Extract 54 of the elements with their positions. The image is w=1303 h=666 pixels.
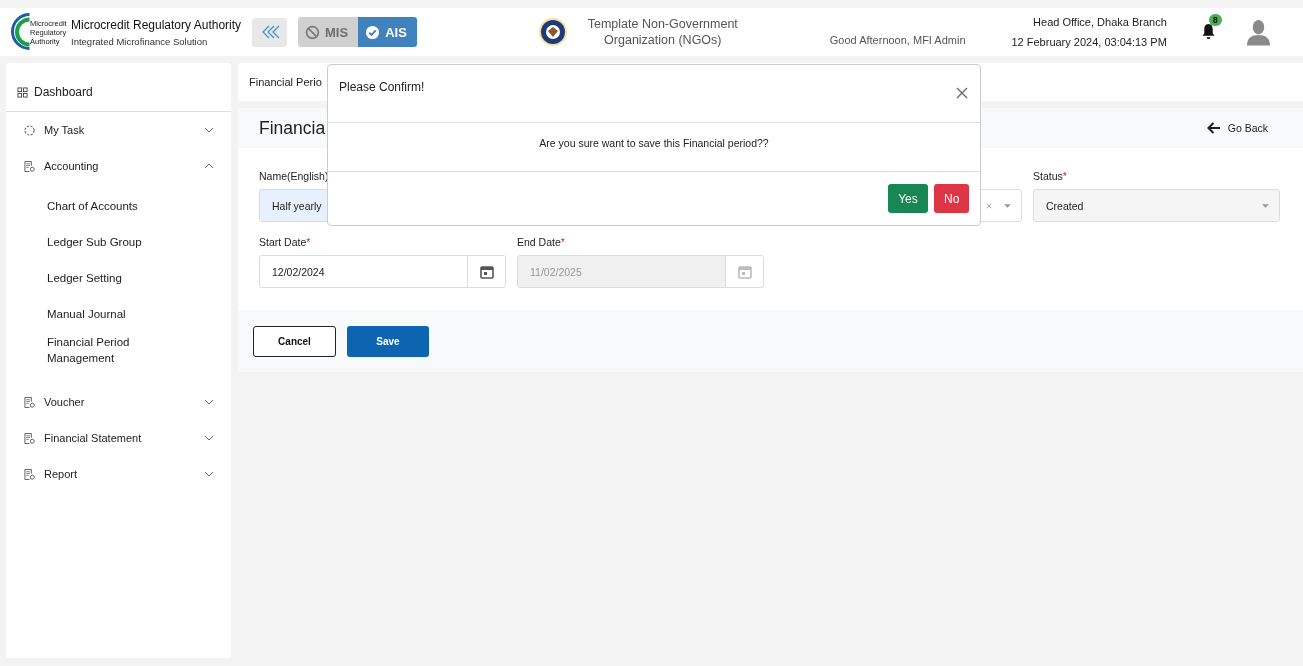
clear-icon[interactable] [986, 202, 992, 209]
logo-arcs-icon [11, 13, 30, 50]
arrow-left-icon [1206, 122, 1221, 134]
collapse-button[interactable] [252, 17, 287, 47]
app-subtitle: Integrated Microfinance Solution [71, 35, 209, 47]
submenu-item[interactable]: Ledger Sub Group [47, 224, 157, 260]
caret-down-icon [1262, 203, 1269, 208]
submenu-item[interactable]: Chart of Accounts [47, 188, 157, 224]
branch-name: Head Office, Dhaka Branch [1033, 16, 1167, 28]
submenu-item[interactable]: Manual Journal [47, 296, 157, 332]
field-label: Name(English) [259, 170, 330, 184]
document-icon [24, 396, 35, 408]
submenu-item[interactable]: Ledger Setting [47, 260, 157, 296]
sidebar-item[interactable]: Financial Statement [6, 420, 231, 456]
dashboard-item[interactable]: Dashboard [6, 63, 231, 112]
notification-badge: 8 [1208, 14, 1222, 26]
module-tab[interactable]: AIS [358, 17, 417, 47]
document-icon [24, 468, 35, 480]
close-icon[interactable] [956, 87, 968, 99]
document-icon [24, 160, 35, 172]
document-icon [24, 432, 35, 444]
dialog-message: Are you sure want to save this Financial period?? [539, 137, 769, 149]
caret-down-icon [1004, 203, 1011, 208]
no-button[interactable]: No [934, 184, 969, 213]
submenu-item[interactable]: Financial Period Management [47, 332, 157, 368]
dialog-title: Please Confirm! [339, 80, 425, 94]
dashed-circle-icon [24, 124, 35, 136]
organization-name: Template Non-Government Organization (NGOs) [586, 16, 739, 48]
field-label: Status* [1033, 170, 1068, 184]
date-field[interactable]: 12/02/2024 [259, 255, 506, 288]
ban-icon [305, 24, 320, 40]
sidebar-item[interactable]: Accounting [6, 148, 231, 184]
avatar-icon[interactable] [1245, 18, 1271, 46]
app-title: Microcredit Regulatory Authority [71, 17, 242, 32]
check-circle-icon [365, 24, 381, 40]
calendar-icon[interactable] [479, 264, 494, 279]
yes-button[interactable]: Yes [888, 184, 928, 213]
sidebar-item[interactable]: Voucher [6, 384, 231, 420]
select-field[interactable]: Created [1033, 189, 1280, 222]
cancel-button[interactable]: Cancel [253, 325, 336, 357]
sidebar-item[interactable]: My Task [6, 112, 231, 148]
breadcrumb: Financial Perio [249, 76, 322, 88]
dashboard-label: Dashboard [34, 85, 93, 99]
page-title: Financia [259, 117, 326, 139]
greeting-text: Good Afternoon, MFI Admin [829, 34, 967, 46]
date-time: 12 February 2024, 03:04:13 PM [1011, 36, 1167, 48]
field-label: Start Date* [259, 236, 312, 250]
grid-icon [17, 86, 28, 98]
save-button[interactable]: Save [347, 325, 429, 357]
emblem-icon [537, 17, 568, 47]
bell-icon[interactable] [1200, 23, 1216, 40]
go-back-button[interactable]: Go Back [1206, 122, 1268, 134]
sidebar-item[interactable]: Report [6, 456, 231, 492]
field-label: End Date* [517, 236, 566, 250]
